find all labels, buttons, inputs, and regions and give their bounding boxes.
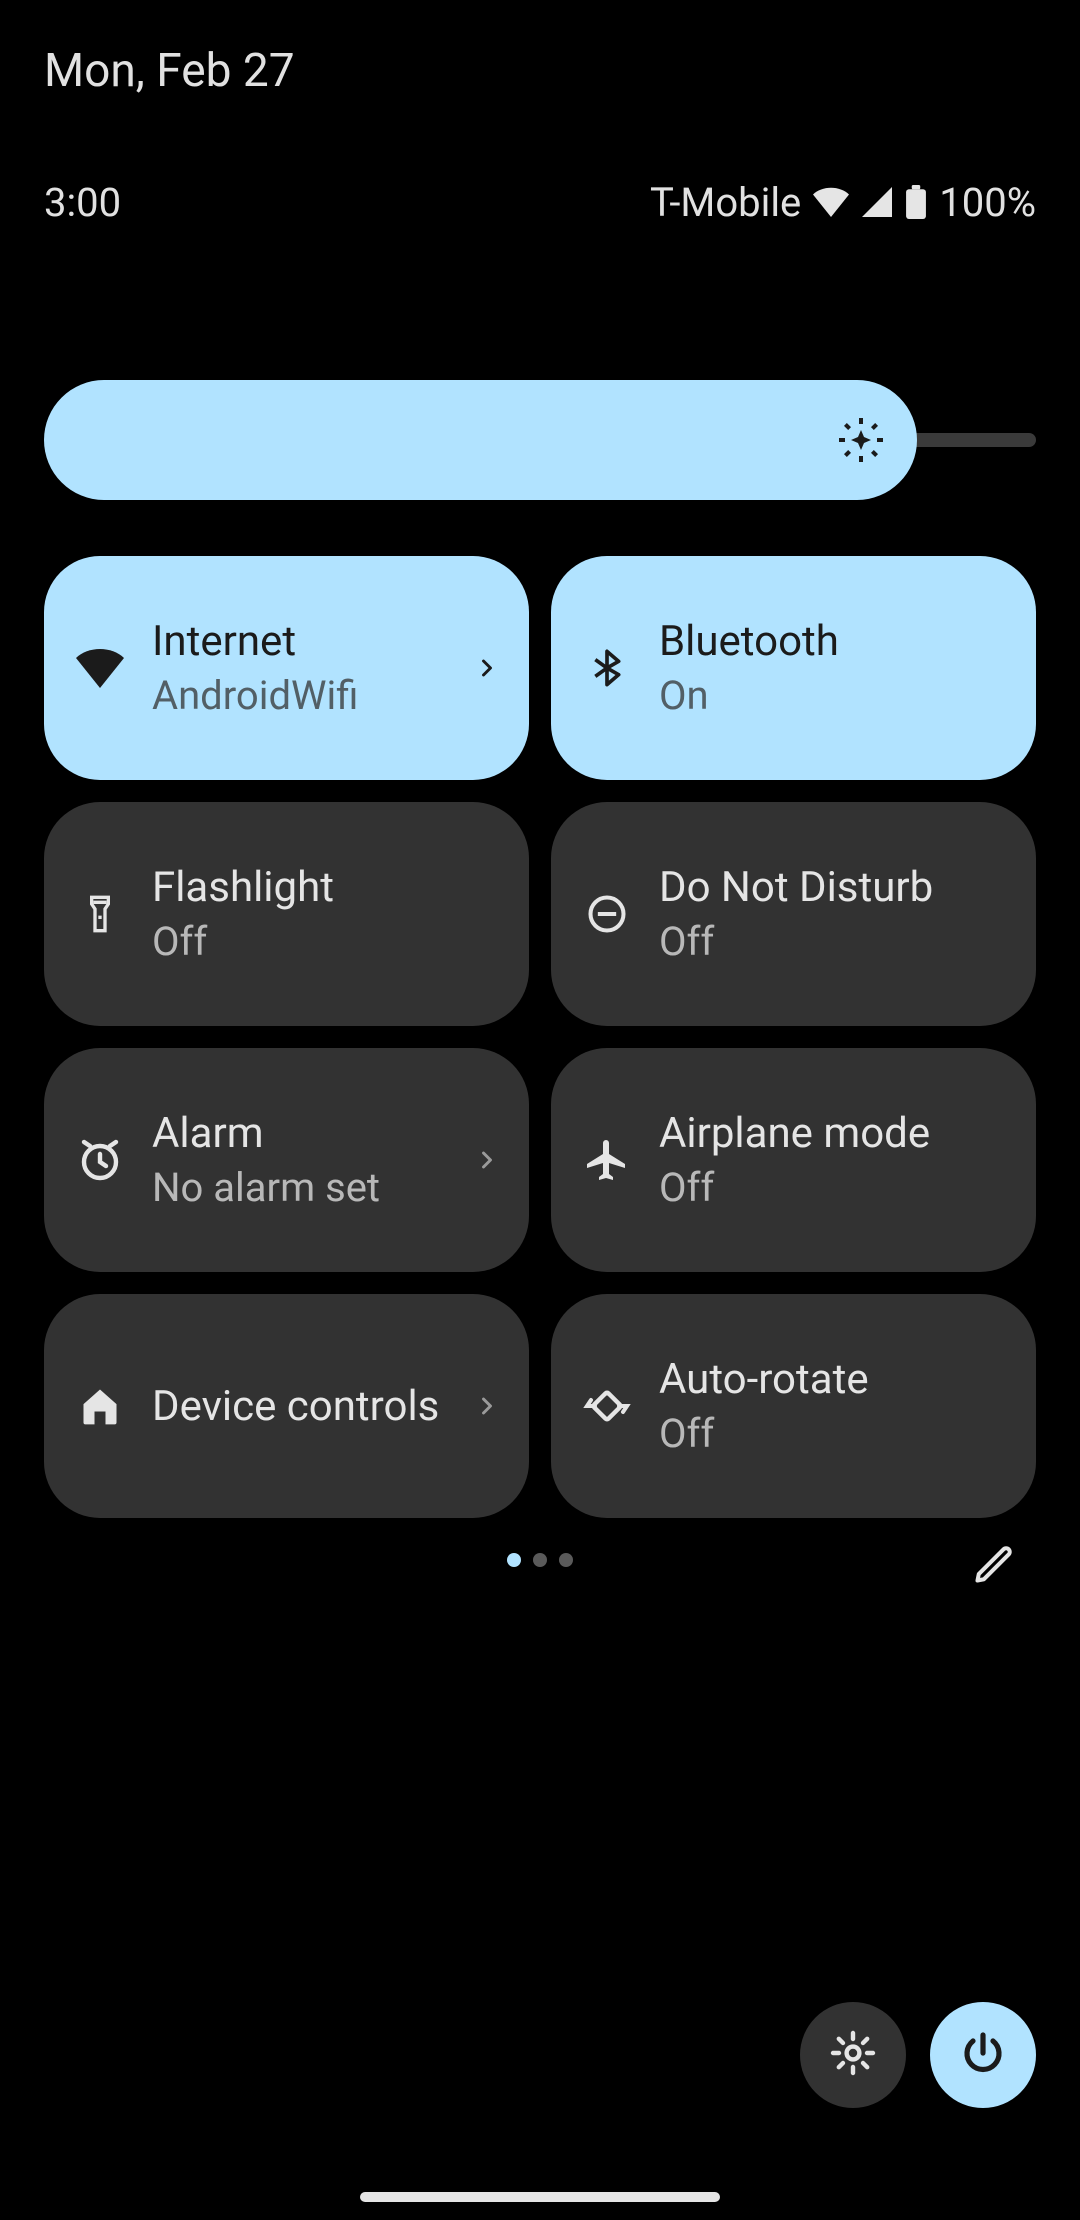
tile-autorotate[interactable]: Auto-rotate Off: [551, 1294, 1036, 1518]
tile-title: Alarm: [152, 1109, 441, 1158]
tile-text: Alarm No alarm set: [152, 1109, 441, 1211]
home-icon: [76, 1382, 124, 1430]
brightness-icon: [837, 416, 885, 464]
tile-text: Do Not Disturb Off: [659, 863, 1012, 965]
gesture-nav-bar[interactable]: [360, 2192, 720, 2202]
tile-title: Bluetooth: [659, 617, 1012, 666]
battery-icon: [905, 185, 927, 219]
tile-subtitle: Off: [659, 1164, 1012, 1211]
bluetooth-icon: [583, 644, 631, 692]
date-label: Mon, Feb 27: [44, 44, 295, 98]
power-icon: [959, 2029, 1007, 2081]
qs-tiles: Internet AndroidWifi Bluetooth On Flash: [44, 556, 1036, 1518]
tile-text: Internet AndroidWifi: [152, 617, 441, 719]
tile-subtitle: Off: [152, 918, 505, 965]
tile-alarm[interactable]: Alarm No alarm set: [44, 1048, 529, 1272]
pager: [0, 1553, 1080, 1567]
tile-airplane[interactable]: Airplane mode Off: [551, 1048, 1036, 1272]
edit-tiles-button[interactable]: [966, 1536, 1022, 1592]
gear-icon: [829, 2029, 877, 2081]
pager-dot: [559, 1553, 573, 1567]
tile-subtitle: On: [659, 672, 1012, 719]
chevron-right-icon[interactable]: [469, 1142, 505, 1178]
tile-text: Device controls: [152, 1382, 441, 1431]
tile-subtitle: No alarm set: [152, 1164, 441, 1211]
status-bar: 3:00 T-Mobile 100%: [44, 178, 1036, 226]
alarm-icon: [76, 1136, 124, 1184]
pager-dot: [533, 1553, 547, 1567]
tile-text: Flashlight Off: [152, 863, 505, 965]
flashlight-icon: [76, 890, 124, 938]
tile-subtitle: Off: [659, 918, 1012, 965]
airplane-icon: [583, 1136, 631, 1184]
chevron-right-icon[interactable]: [469, 1388, 505, 1424]
status-time: 3:00: [44, 179, 121, 226]
tile-dnd[interactable]: Do Not Disturb Off: [551, 802, 1036, 1026]
quick-settings-panel: Mon, Feb 27 3:00 T-Mobile 100%: [0, 0, 1080, 2220]
tile-text: Bluetooth On: [659, 617, 1012, 719]
status-right: T-Mobile 100%: [650, 179, 1036, 226]
settings-button[interactable]: [800, 2002, 906, 2108]
tile-title: Flashlight: [152, 863, 505, 912]
tile-title: Internet: [152, 617, 441, 666]
tile-title: Airplane mode: [659, 1109, 1012, 1158]
tile-title: Device controls: [152, 1382, 441, 1431]
brightness-slider[interactable]: [44, 380, 1036, 500]
tile-subtitle: AndroidWifi: [152, 672, 441, 719]
cellular-icon: [861, 187, 893, 217]
dnd-icon: [583, 890, 631, 938]
footer-actions: [800, 2002, 1036, 2108]
tile-flashlight[interactable]: Flashlight Off: [44, 802, 529, 1026]
tile-text: Airplane mode Off: [659, 1109, 1012, 1211]
tile-title: Do Not Disturb: [659, 863, 1012, 912]
power-button[interactable]: [930, 2002, 1036, 2108]
tile-bluetooth[interactable]: Bluetooth On: [551, 556, 1036, 780]
chevron-right-icon[interactable]: [469, 650, 505, 686]
pager-dot: [507, 1553, 521, 1567]
autorotate-icon: [583, 1382, 631, 1430]
brightness-fill: [44, 380, 917, 500]
tile-subtitle: Off: [659, 1410, 1012, 1457]
tile-text: Auto-rotate Off: [659, 1355, 1012, 1457]
tile-device-controls[interactable]: Device controls: [44, 1294, 529, 1518]
wifi-icon: [813, 187, 849, 217]
wifi-icon: [76, 644, 124, 692]
status-battery-pct: 100%: [939, 179, 1036, 226]
tile-internet[interactable]: Internet AndroidWifi: [44, 556, 529, 780]
tile-title: Auto-rotate: [659, 1355, 1012, 1404]
status-carrier: T-Mobile: [650, 179, 801, 226]
